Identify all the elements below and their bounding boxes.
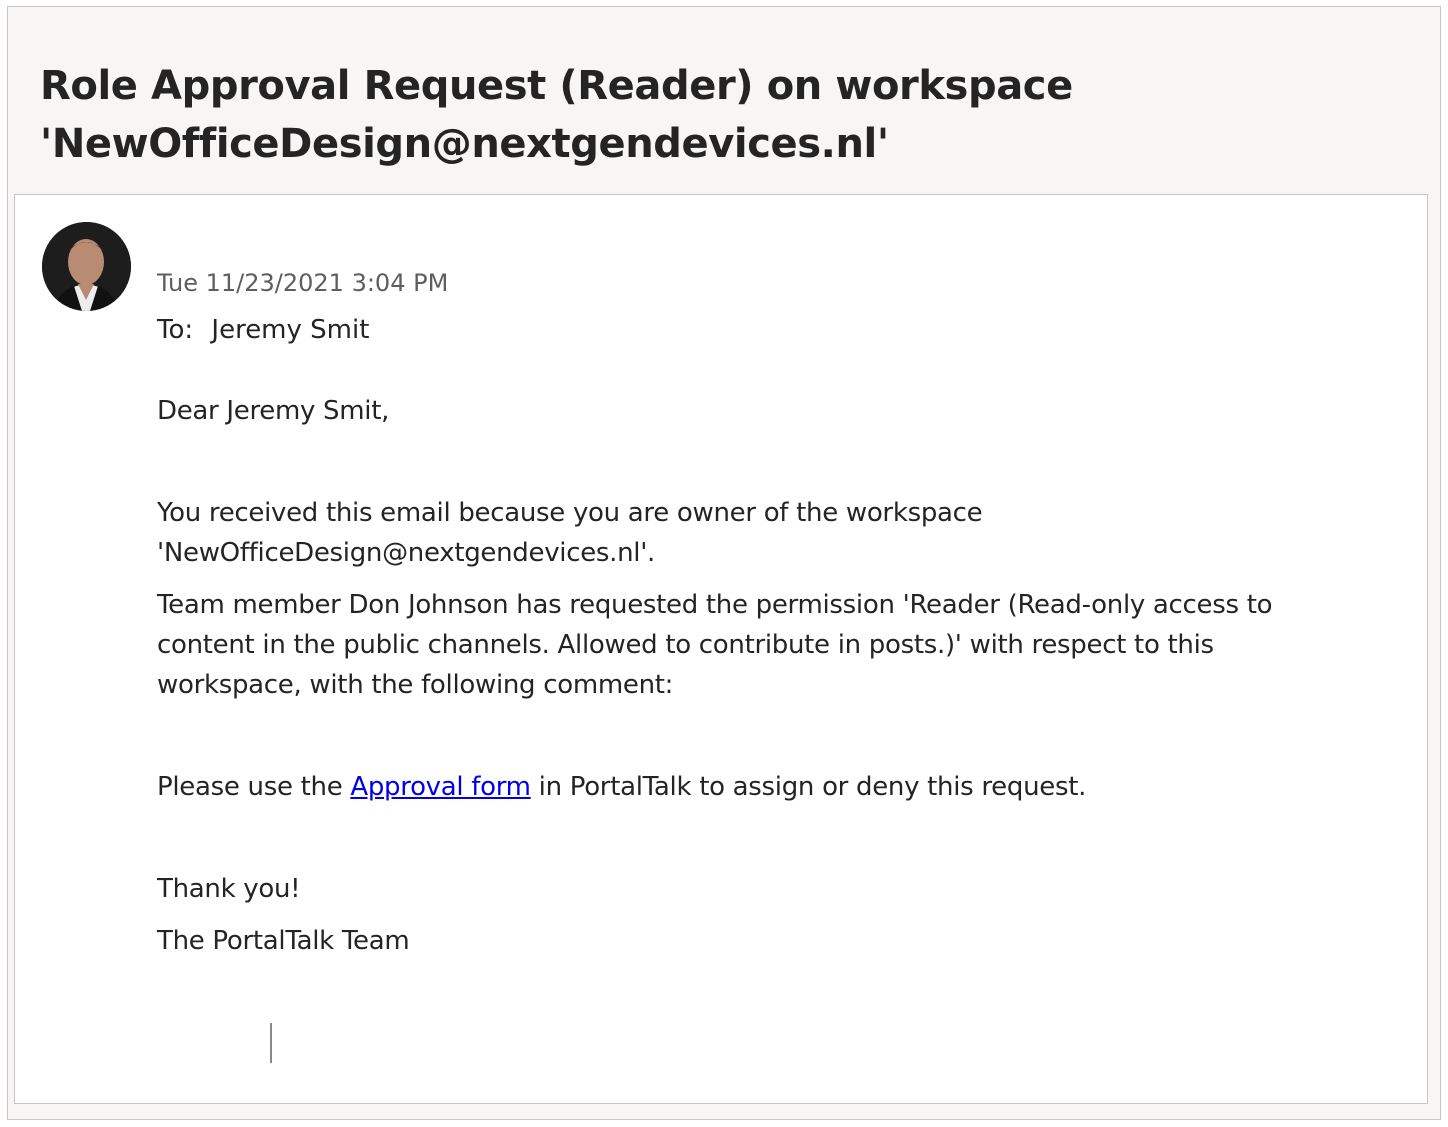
to-label: To: xyxy=(157,315,194,345)
instructions-after: in PortalTalk to assign or deny this req… xyxy=(530,772,1087,802)
email-subject: Role Approval Request (Reader) on worksp… xyxy=(40,57,1420,173)
instructions-before: Please use the xyxy=(157,772,351,802)
permission-line-2: content in the public channels. Allowed … xyxy=(157,630,1214,660)
email-window: Role Approval Request (Reader) on worksp… xyxy=(7,6,1441,1120)
sender-avatar[interactable] xyxy=(42,222,131,311)
recipient-name[interactable]: Jeremy Smit xyxy=(211,315,369,345)
approval-form-link[interactable]: Approval form xyxy=(350,772,531,802)
recipient-line: To: Jeremy Smit xyxy=(157,315,369,345)
received-line-1: You received this email because you are … xyxy=(157,498,983,528)
received-paragraph: You received this email because you are … xyxy=(157,493,1377,573)
greeting: Dear Jeremy Smit, xyxy=(157,396,390,426)
received-line-2: 'NewOfficeDesign@nextgendevices.nl'. xyxy=(157,538,656,568)
avatar-photo-icon xyxy=(42,222,131,311)
thanks-line: Thank you! xyxy=(157,874,301,904)
subject-line-1: Role Approval Request (Reader) on worksp… xyxy=(40,63,1073,109)
instructions-paragraph: Please use the Approval form in PortalTa… xyxy=(157,767,1377,807)
permission-line-3: workspace, with the following comment: xyxy=(157,670,674,700)
subject-line-2: 'NewOfficeDesign@nextgendevices.nl' xyxy=(40,121,889,167)
signature-line: The PortalTalk Team xyxy=(157,926,410,956)
email-body: Dear Jeremy Smit, You received this emai… xyxy=(157,391,1377,961)
email-timestamp: Tue 11/23/2021 3:04 PM xyxy=(157,269,449,297)
permission-paragraph: Team member Don Johnson has requested th… xyxy=(157,585,1377,705)
message-pane: Tue 11/23/2021 3:04 PM To: Jeremy Smit D… xyxy=(14,194,1428,1104)
permission-line-1: Team member Don Johnson has requested th… xyxy=(157,590,1273,620)
text-cursor xyxy=(270,1023,272,1063)
